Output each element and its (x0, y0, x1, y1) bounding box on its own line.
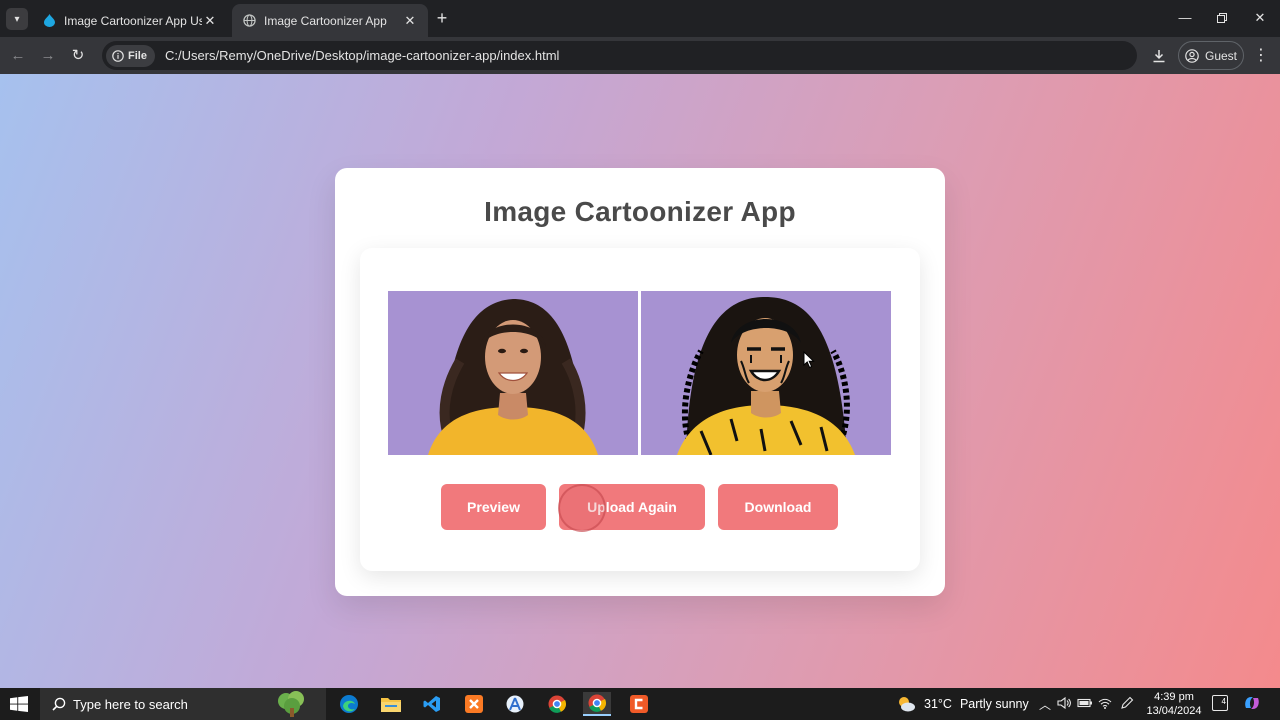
close-tab-icon[interactable]: ✕ (402, 13, 418, 29)
copilot-icon[interactable] (1243, 694, 1261, 715)
speaker-icon[interactable] (1057, 696, 1071, 713)
vscode-icon[interactable] (418, 692, 446, 716)
wifi-icon[interactable] (1098, 696, 1112, 713)
download-icon[interactable] (1148, 45, 1170, 67)
search-placeholder: Type here to search (73, 696, 188, 712)
search-highlight-tree-icon (278, 691, 304, 717)
search-icon (52, 697, 66, 711)
clock-date: 13/04/2024 (1146, 705, 1202, 717)
browser-tab-strip: ▾ Image Cartoonizer App Using H ✕ Image … (0, 0, 1280, 37)
weather-widget[interactable]: 31°C Partly sunny (896, 688, 1029, 720)
reload-icon[interactable]: ↻ (67, 45, 89, 67)
system-clock[interactable]: 4:39 pm 13/04/2024 (1142, 690, 1206, 718)
info-icon (112, 49, 124, 62)
mouse-cursor-icon (803, 351, 815, 369)
profile-label: Guest (1204, 48, 1237, 63)
globe-icon (242, 14, 256, 28)
partly-sunny-icon (899, 697, 915, 712)
clock-time: 4:39 pm (1154, 691, 1194, 703)
download-button[interactable]: Download (718, 484, 838, 530)
browser-toolbar: ← → ↻ File C:/Users/Remy/OneDrive/Deskto… (0, 37, 1280, 74)
page-title: Image Cartoonizer App (484, 196, 796, 227)
profile-button[interactable]: Guest (1178, 41, 1244, 70)
tab-title: Image Cartoonizer App Using H (64, 13, 202, 28)
pen-icon[interactable] (1120, 696, 1134, 713)
original-image (388, 291, 638, 455)
tab-inactive[interactable]: Image Cartoonizer App Using H ✕ (32, 4, 228, 37)
close-window-icon[interactable]: ✕ (1249, 8, 1271, 28)
xampp-icon[interactable] (460, 692, 488, 716)
back-arrow-icon[interactable]: ← (7, 45, 29, 67)
restore-icon[interactable] (1211, 8, 1233, 28)
chip-label: File (128, 49, 147, 62)
url-text[interactable]: C:/Users/Remy/OneDrive/Desktop/image-car… (165, 48, 559, 63)
file-explorer-icon[interactable] (377, 692, 405, 716)
weather-temp: 31°C (924, 697, 952, 711)
chrome-icon[interactable] (583, 692, 611, 716)
chevron-up-icon[interactable]: ︿ (1039, 696, 1051, 713)
profile-icon (1185, 48, 1199, 63)
app-card: Image Cartoonizer App Preview Upload Aga… (335, 168, 945, 596)
new-tab-button[interactable]: + (432, 8, 452, 28)
weather-condition: Partly sunny (959, 697, 1029, 711)
preview-button[interactable]: Preview (441, 484, 546, 530)
menu-kebab-icon[interactable]: ⋮ (1252, 45, 1270, 67)
forward-arrow-icon[interactable]: → (37, 45, 59, 67)
tab-title: Image Cartoonizer App (264, 13, 387, 28)
edge-icon[interactable] (335, 692, 363, 716)
site-info-chip[interactable]: File (106, 44, 155, 67)
drupal-drop-icon (42, 14, 56, 28)
upload-again-button[interactable]: Upload Again (559, 484, 705, 530)
windows-start-icon[interactable] (10, 696, 28, 712)
chrome-canary-icon[interactable] (543, 692, 571, 716)
clipchamp-icon[interactable] (625, 692, 653, 716)
address-bar[interactable]: File C:/Users/Remy/OneDrive/Desktop/imag… (102, 41, 1137, 70)
page-viewport: Image Cartoonizer App Preview Upload Aga… (0, 74, 1280, 688)
android-studio-icon[interactable] (501, 692, 529, 716)
close-tab-icon[interactable]: ✕ (202, 13, 218, 29)
minimize-icon[interactable]: — (1174, 8, 1196, 28)
taskbar-search[interactable]: Type here to search (40, 688, 326, 720)
image-panel: Preview Upload Again Download (360, 248, 920, 571)
tab-active[interactable]: Image Cartoonizer App ✕ (232, 4, 428, 37)
cartoon-image (641, 291, 891, 455)
taskbar: Type here to search 31°C Partly sunny ︿ (0, 688, 1280, 720)
tab-search-icon[interactable]: ▾ (6, 8, 28, 30)
notification-icon[interactable]: 4 (1212, 695, 1228, 711)
battery-icon[interactable] (1077, 696, 1093, 713)
